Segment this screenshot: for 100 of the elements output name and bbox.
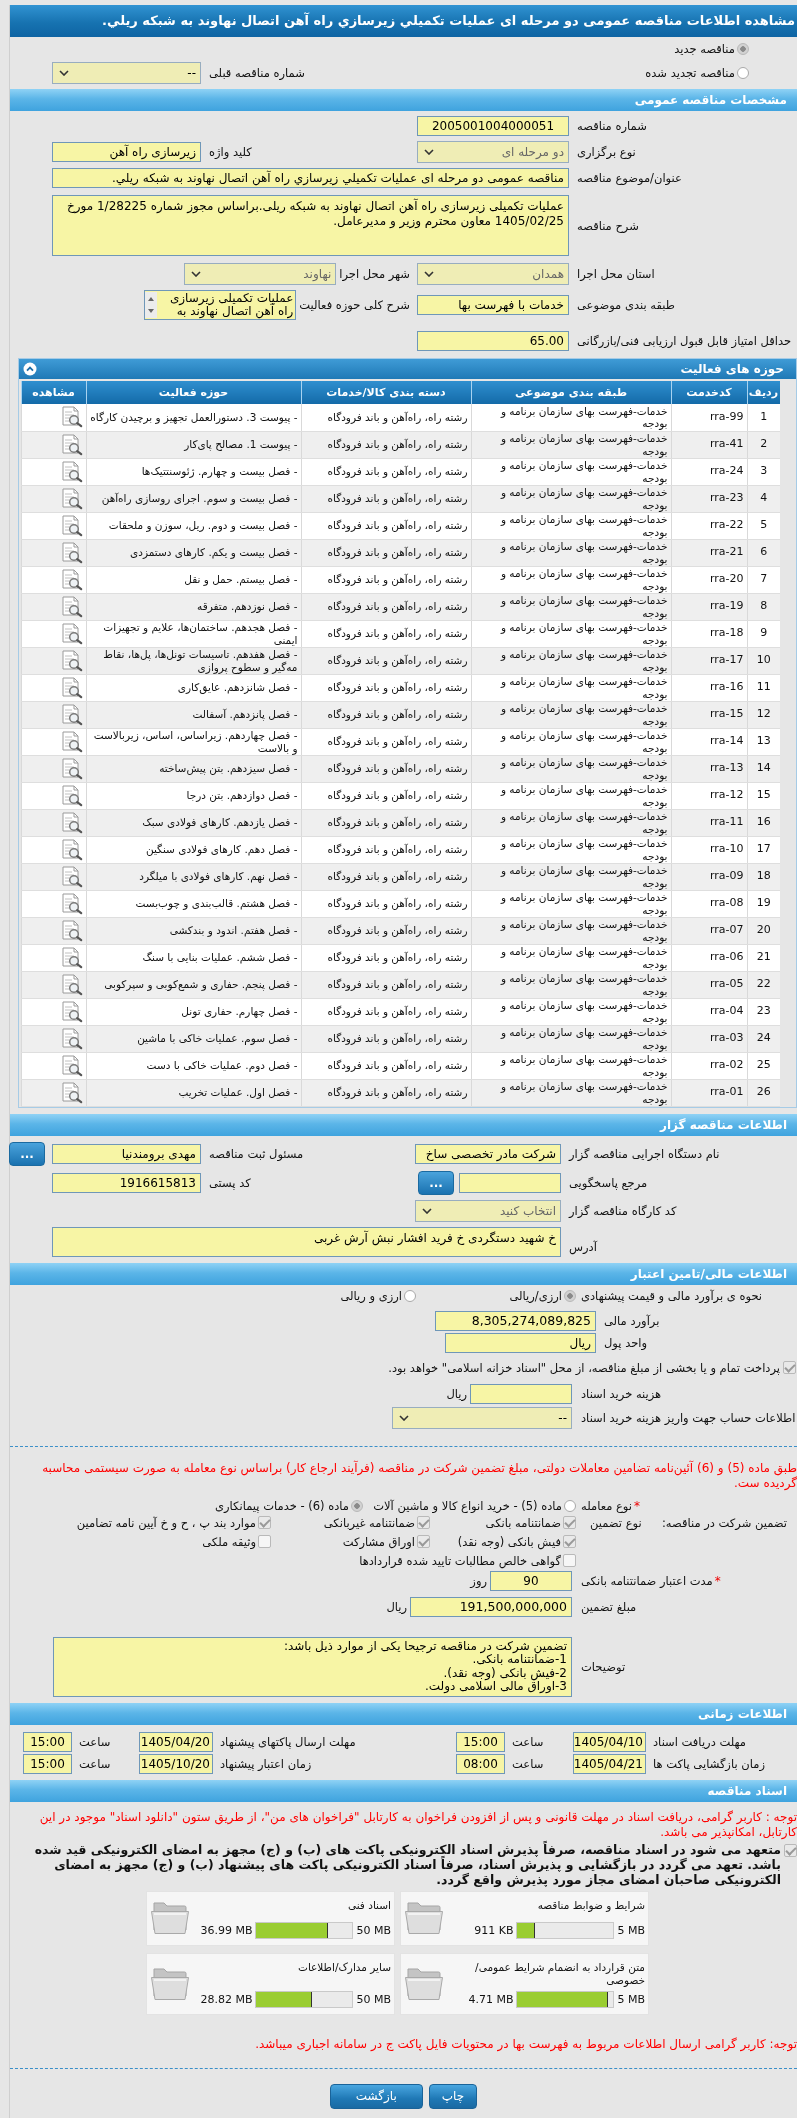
field-label: ساعت: [511, 1756, 545, 1771]
radio-button[interactable]: [564, 1499, 576, 1512]
text-field[interactable]: 08:00: [456, 1753, 505, 1774]
document-magnifier-icon[interactable]: [59, 757, 84, 780]
checkbox[interactable]: [784, 1843, 797, 1857]
text-area[interactable]: تضمین شرکت در مناقصه ترجیحا یکی از موارد ذیل باشد: 1-ضمانتنامه بانکی. 2-فیش بانکی (وجه نقد). 3-اوراق مالی اسلامی دولت.: [53, 1636, 572, 1697]
document-magnifier-icon[interactable]: [59, 892, 84, 915]
table-cell: - فصل هفدهم. تاسیسات تونل‌ها، پل‌ها، نقاط مه‌گیر و سطوح پروازی: [86, 647, 301, 674]
folder-icon: [405, 1966, 443, 2001]
dropdown[interactable]: نهاوند: [184, 263, 337, 285]
text-field[interactable]: 15:00: [23, 1731, 72, 1752]
table-cell: - فصل پنجم. حفاری و شمع‌کوبی و سپرکوبی: [86, 971, 301, 998]
document-magnifier-icon[interactable]: [59, 784, 84, 807]
document-magnifier-icon[interactable]: [59, 919, 84, 942]
document-magnifier-icon[interactable]: [59, 541, 84, 564]
document-magnifier-icon[interactable]: [59, 514, 84, 537]
text-field[interactable]: [459, 1172, 561, 1193]
checkbox[interactable]: [417, 1535, 430, 1548]
radio-button[interactable]: [564, 1289, 576, 1302]
text-field[interactable]: 15:00: [23, 1753, 72, 1774]
dropdown[interactable]: --: [52, 61, 201, 84]
document-magnifier-icon[interactable]: [59, 703, 84, 726]
table-cell: rra-11: [671, 809, 747, 836]
text-field[interactable]: مهدی برومندنیا: [52, 1143, 201, 1164]
action-button[interactable]: چاپ: [428, 2083, 478, 2109]
text-field[interactable]: 191,500,000,000: [410, 1596, 572, 1617]
document-magnifier-icon[interactable]: [59, 568, 84, 591]
document-magnifier-icon[interactable]: [59, 865, 84, 888]
text-field[interactable]: 1916615813: [52, 1172, 201, 1193]
document-magnifier-icon[interactable]: [59, 946, 84, 969]
document-magnifier-icon[interactable]: [59, 595, 84, 618]
radio-button[interactable]: [351, 1499, 363, 1512]
text-field[interactable]: خدمات با فهرست بها: [417, 295, 569, 315]
document-magnifier-icon[interactable]: [59, 973, 84, 996]
text-field[interactable]: 2005001004000051: [417, 116, 569, 136]
table-cell: - فصل هفتم. اندود و بندکشی: [86, 917, 301, 944]
dropdown[interactable]: انتخاب کنید: [415, 1199, 561, 1222]
checkbox[interactable]: [417, 1516, 430, 1529]
text-field[interactable]: ریال: [445, 1332, 596, 1353]
text-field[interactable]: 1405/04/21: [573, 1753, 646, 1774]
table-cell: رشته راه، راه‌آهن و باند فرودگاه: [301, 998, 471, 1025]
table-cell: rra-19: [671, 593, 747, 620]
document-magnifier-icon[interactable]: [59, 1027, 84, 1050]
ellipsis-button[interactable]: ...: [9, 1141, 45, 1166]
text-field[interactable]: شرکت مادر تخصصی ساخ: [415, 1143, 561, 1164]
document-magnifier-icon[interactable]: [59, 676, 84, 699]
text-field[interactable]: زیرسازی راه آهن: [52, 142, 201, 162]
table-cell: رشته راه، راه‌آهن و باند فرودگاه: [301, 458, 471, 485]
checkbox[interactable]: [563, 1516, 576, 1529]
document-magnifier-icon[interactable]: [59, 1081, 84, 1104]
document-magnifier-icon[interactable]: [59, 811, 84, 834]
dropdown[interactable]: همدان: [417, 263, 569, 285]
file-title: متن قرارداد به انضمام شرایط عمومی/خصوصی: [474, 1960, 645, 1987]
checkbox[interactable]: [563, 1554, 576, 1567]
collapse-icon[interactable]: [23, 362, 37, 376]
radio-button[interactable]: [737, 43, 749, 55]
document-magnifier-icon[interactable]: [59, 730, 84, 753]
size-limit: 5 MB: [617, 1992, 645, 2006]
checkbox[interactable]: [563, 1535, 576, 1548]
document-magnifier-icon[interactable]: [59, 1000, 84, 1023]
table-cell: - فصل هشتم. قالب‌بندی و چوب‌بست: [86, 890, 301, 917]
table-cell: خدمات-فهرست بهای سازمان برنامه و بودجه: [471, 701, 671, 728]
text-field[interactable]: [470, 1383, 572, 1404]
table-cell: rra-20: [671, 566, 747, 593]
table-cell: - فصل چهارم. حفاری تونل: [86, 998, 301, 1025]
text-field[interactable]: 1405/04/10: [573, 1731, 646, 1752]
document-magnifier-icon[interactable]: [59, 838, 84, 861]
document-magnifier-icon[interactable]: [59, 622, 84, 645]
dropdown[interactable]: دو مرحله ای: [417, 141, 569, 163]
scrollbar[interactable]: [145, 292, 158, 318]
text-field[interactable]: 1405/10/20: [139, 1753, 213, 1774]
text-field[interactable]: 8,305,274,089,825: [435, 1310, 596, 1331]
text-field[interactable]: 1405/04/20: [139, 1731, 213, 1752]
text-area[interactable]: عملیات تکمیلی زیرسازی راه آهن اتصال نهاوند به: [144, 290, 297, 320]
document-magnifier-icon[interactable]: [59, 460, 84, 483]
document-magnifier-icon[interactable]: [59, 1054, 84, 1077]
document-magnifier-icon[interactable]: [59, 649, 84, 672]
table-cell: خدمات-فهرست بهای سازمان برنامه و بودجه: [471, 998, 671, 1025]
ellipsis-button[interactable]: ...: [418, 1170, 454, 1195]
field-label: استان محل اجرا: [576, 267, 656, 281]
text-area[interactable]: عملیات تکمیلی زیرسازی راه آهن اتصال نهاوند به شبکه ریلی.براساس مجوز شماره 1/28225 مورخ 1405/02/25 معاون محترم وزیر و مدیرعامل.: [52, 195, 569, 256]
radio-button[interactable]: [404, 1289, 416, 1302]
table-cell: رشته راه، راه‌آهن و باند فرودگاه: [301, 809, 471, 836]
checkbox[interactable]: [258, 1516, 271, 1529]
document-magnifier-icon[interactable]: [59, 406, 84, 429]
radio-button[interactable]: [737, 66, 749, 79]
checkbox[interactable]: [783, 1361, 796, 1374]
field-label: شماره مناقصه: [576, 119, 648, 133]
text-field[interactable]: 15:00: [456, 1731, 505, 1752]
document-magnifier-icon[interactable]: [59, 433, 84, 456]
action-button[interactable]: بازگشت: [329, 2083, 423, 2109]
folder-icon: [151, 1901, 189, 1935]
document-magnifier-icon[interactable]: [59, 487, 84, 510]
text-field[interactable]: مناقصه عمومی دو مرحله ای عملیات تکمیلي زیرسازي راه آهن اتصال نهاوند به شبکه ریلي.: [52, 168, 569, 188]
checkbox[interactable]: [258, 1535, 271, 1548]
table-cell: rra-22: [671, 512, 747, 539]
text-area[interactable]: خ شهید دستگردی خ فرید افشار نبش آرش غربی: [52, 1226, 561, 1257]
text-field[interactable]: 65.00: [417, 331, 569, 351]
dropdown[interactable]: --: [392, 1406, 572, 1429]
text-field[interactable]: 90: [490, 1570, 572, 1591]
